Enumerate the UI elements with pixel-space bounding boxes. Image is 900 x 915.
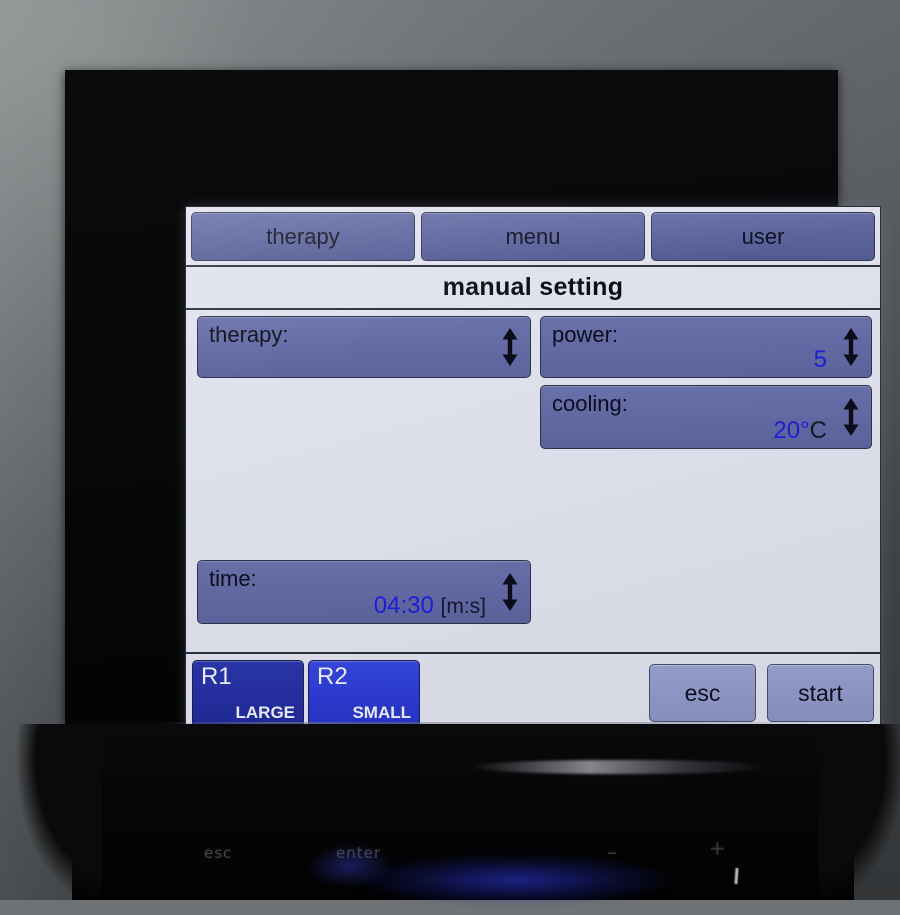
device-photo-scene: therapy menu user manual setting therapy… bbox=[0, 0, 900, 915]
field-cooling-number: 20° bbox=[773, 417, 810, 444]
applicator-r2-size: SMALL bbox=[352, 703, 411, 722]
up-down-arrow-icon[interactable] bbox=[497, 327, 523, 367]
esc-button[interactable]: esc bbox=[649, 664, 756, 722]
up-down-arrow-icon[interactable] bbox=[497, 572, 523, 612]
tab-menu-label: menu bbox=[505, 223, 561, 249]
up-down-arrow-icon[interactable] bbox=[838, 397, 864, 437]
field-power-value: 5 bbox=[813, 346, 827, 373]
field-time-number: 04:30 bbox=[373, 592, 434, 619]
device-upper-bezel: therapy menu user manual setting therapy… bbox=[65, 70, 880, 732]
applicator-button-r1[interactable]: R1 LARGE bbox=[192, 660, 304, 728]
page-title: manual setting bbox=[442, 273, 624, 301]
plus-key-legend[interactable]: + bbox=[709, 836, 727, 860]
tab-therapy-label: therapy bbox=[266, 223, 340, 249]
field-time-label: time: bbox=[209, 566, 257, 591]
up-down-arrow-icon[interactable] bbox=[838, 327, 864, 367]
applicator-button-r2[interactable]: R2 SMALL bbox=[308, 660, 420, 728]
settings-area: therapy: power: 5 cooling: 20°C time: 04… bbox=[186, 310, 880, 652]
field-cooling[interactable]: cooling: 20°C bbox=[540, 385, 872, 449]
screen-title-bar: manual setting bbox=[186, 265, 880, 310]
tab-therapy[interactable]: therapy bbox=[191, 212, 415, 261]
blue-indicator-glow-secondary bbox=[290, 836, 410, 896]
esc-key-legend[interactable]: esc bbox=[204, 844, 232, 862]
start-button[interactable]: start bbox=[767, 664, 874, 722]
tab-user[interactable]: user bbox=[651, 212, 875, 261]
esc-button-label: esc bbox=[684, 679, 721, 706]
field-time[interactable]: time: 04:30 [m:s] bbox=[197, 560, 531, 624]
body-highlight-streak bbox=[470, 760, 770, 774]
field-time-value: 04:30 [m:s] bbox=[374, 592, 486, 620]
applicator-r1-id: R1 bbox=[201, 663, 232, 690]
field-cooling-value: 20°C bbox=[773, 417, 827, 445]
field-therapy[interactable]: therapy: bbox=[197, 316, 531, 378]
field-power[interactable]: power: 5 bbox=[540, 316, 872, 378]
lcd-screen: therapy menu user manual setting therapy… bbox=[186, 207, 880, 732]
field-cooling-label: cooling: bbox=[552, 391, 628, 416]
applicator-r1-size: LARGE bbox=[235, 703, 296, 722]
field-power-label: power: bbox=[552, 322, 619, 347]
field-cooling-unit: C bbox=[809, 417, 827, 444]
bottom-action-bar: R1 LARGE R2 SMALL esc start bbox=[186, 652, 880, 732]
applicator-r2-id: R2 bbox=[317, 663, 348, 690]
field-therapy-label: therapy: bbox=[209, 322, 289, 347]
tab-user-label: user bbox=[741, 223, 785, 249]
start-button-label: start bbox=[798, 679, 843, 706]
tab-menu[interactable]: menu bbox=[421, 212, 645, 261]
field-time-unit: [m:s] bbox=[440, 595, 487, 618]
tab-bar: therapy menu user bbox=[186, 207, 880, 265]
